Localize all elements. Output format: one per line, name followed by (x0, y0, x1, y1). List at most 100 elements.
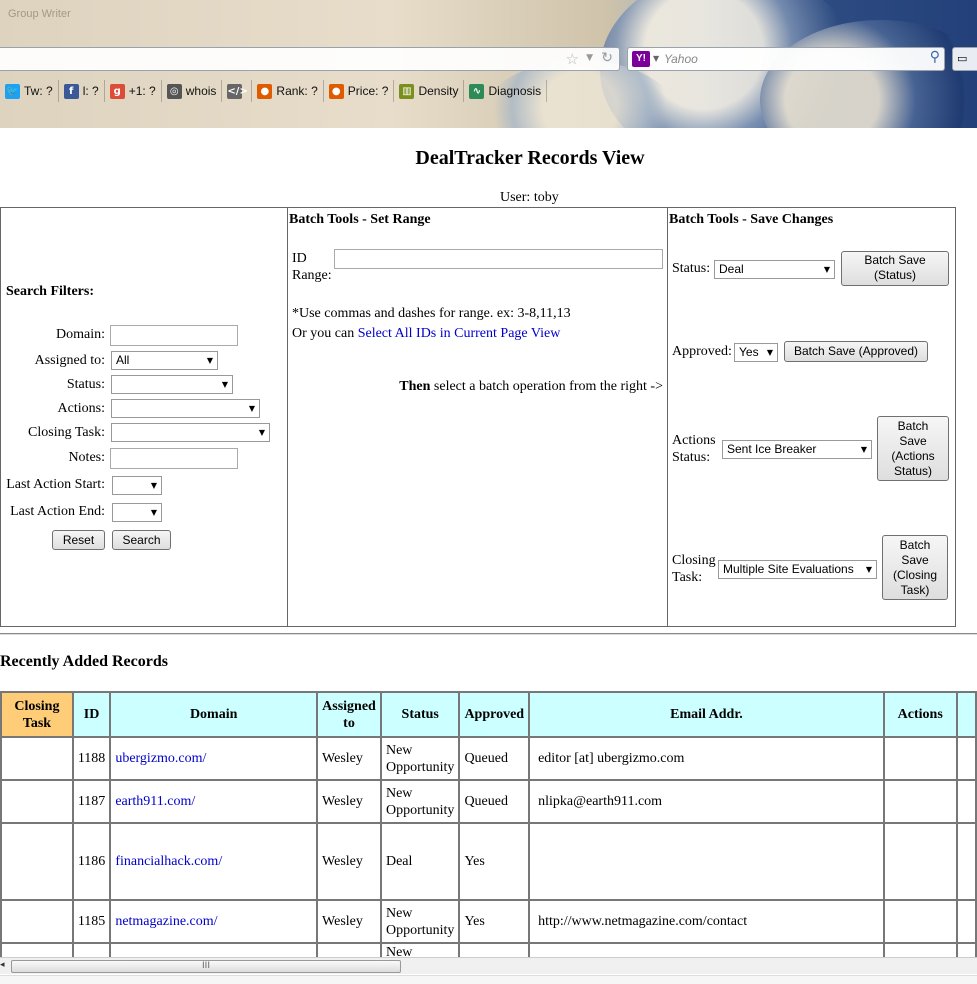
batch-save-actions-line1: Batch (897, 419, 929, 433)
batch-approved-select[interactable]: Yes ▼ (734, 343, 778, 362)
browser-chrome: Group Writer ☆ ▼ ↻ Y! ▼ Yahoo ⚲ ▭ 🐦 Tw: ?… (0, 0, 977, 128)
chevron-down-icon: ▼ (258, 428, 265, 437)
domain-link[interactable]: netmagazine.com/ (115, 914, 217, 929)
rank-icon: ● (257, 83, 273, 99)
toolbar-item[interactable]: g +1: ? (105, 80, 162, 102)
last-action-start-select[interactable]: ▼ (112, 476, 162, 495)
history-dropdown-icon[interactable]: ▼ (586, 53, 593, 63)
cell-id: 1188 (71, 736, 112, 781)
table-row[interactable]: 1188 ubergizmo.com/Wesley New Opportunity Q… (0, 736, 977, 781)
domain-link[interactable]: earth911.com/ (115, 794, 195, 809)
table-row[interactable]: 1185 netmagazine.com/Wesley New Opportunit… (0, 899, 977, 944)
select-all-ids-link[interactable]: Select All IDs in Current Page View (358, 326, 561, 341)
toolbar-item[interactable]: ● Price: ? (324, 80, 395, 102)
batch-closing-select[interactable]: Multiple Site Evaluations ▼ (718, 560, 877, 579)
cell-extra (955, 899, 977, 944)
chevron-down-icon: ▼ (221, 380, 228, 389)
toolbar-item-label: Rank: ? (276, 84, 318, 98)
column-header[interactable]: ID (71, 691, 112, 738)
search-icon[interactable]: ⚲ (930, 49, 940, 65)
batch-actions-label-line1: Actions (672, 433, 716, 448)
batch-range-heading: Batch Tools - Set Range (289, 212, 431, 227)
batch-actions-select[interactable]: Sent Ice Breaker ▼ (722, 440, 872, 459)
tools-table: Search Filters: Domain: Assigned to: All… (0, 207, 956, 627)
cell-domain: earth911.com/ (109, 779, 319, 824)
search-button[interactable]: Search (112, 530, 171, 550)
actions-select[interactable]: ▼ (111, 399, 260, 418)
select-all-line: Or you can Select All IDs in Current Pag… (292, 326, 560, 342)
closing-task-select[interactable]: ▼ (111, 423, 270, 442)
batch-range-panel: Batch Tools - Set Range ID Range: *Use c… (288, 208, 668, 626)
column-header[interactable]: Status (379, 691, 461, 738)
then-rest: select a batch operation from the right … (430, 379, 663, 394)
domain-link[interactable]: financialhack.com/ (115, 854, 222, 869)
toolbar-item[interactable]: f l: ? (59, 80, 105, 102)
column-header[interactable]: Email Addr. (528, 691, 885, 738)
menu-icon: ▭ (957, 52, 968, 65)
toolbar-item[interactable]: 🐦 Tw: ? (0, 80, 59, 102)
id-range-label-line1: ID (292, 251, 307, 266)
column-header[interactable]: Approved (458, 691, 531, 738)
toolbar-item[interactable]: ∿ Diagnosis (464, 80, 548, 102)
price-icon: ● (328, 83, 344, 99)
search-bar[interactable]: Y! ▼ Yahoo ⚲ (627, 47, 945, 71)
column-header[interactable]: Actions (882, 691, 958, 738)
notes-input[interactable] (110, 448, 238, 469)
search-placeholder: Yahoo (664, 52, 698, 66)
batch-save-actions-button[interactable]: Batch Save (Actions Status) (877, 416, 949, 481)
cell-id: 1185 (71, 899, 112, 944)
last-action-end-label: Last Action End: (10, 504, 105, 519)
domain-input[interactable] (110, 325, 238, 346)
cell-actions (882, 736, 958, 781)
column-header[interactable]: Closing Task (0, 691, 74, 738)
address-bar[interactable]: ☆ ▼ ↻ (0, 47, 620, 71)
domain-link[interactable]: ubergizmo.com/ (115, 751, 206, 766)
cell-actions (882, 899, 958, 944)
horizontal-scrollbar[interactable]: ◂ III (0, 957, 977, 974)
batch-save-status-button[interactable]: Batch Save (Status) (841, 251, 949, 286)
records-header-row: Closing Task ID Domain Assigned to Status App… (0, 691, 977, 738)
scroll-left-arrow-icon[interactable]: ◂ (0, 960, 5, 970)
cell-domain: ubergizmo.com/ (109, 736, 319, 781)
id-range-label: ID Range: (292, 250, 332, 284)
batch-actions-value: Sent Ice Breaker (727, 442, 817, 456)
toolbar-item-label: Price: ? (347, 84, 389, 98)
source-code-icon: </> (227, 83, 248, 99)
google-plus-icon: g (109, 83, 125, 99)
cell-approved: Yes (458, 899, 531, 944)
id-range-input[interactable] (334, 249, 663, 269)
bookmark-star-icon[interactable]: ☆ (566, 50, 579, 68)
scrollbar-thumb[interactable]: III (11, 960, 401, 973)
column-header[interactable]: Domain (109, 691, 319, 738)
last-action-end-select[interactable]: ▼ (112, 503, 162, 522)
last-action-start-label: Last Action Start: (6, 477, 105, 492)
menu-button[interactable]: ▭ (952, 47, 977, 71)
column-header[interactable]: Assigned to (316, 691, 382, 738)
cell-extra (955, 822, 977, 901)
toolbar-item[interactable]: ◎ whois (162, 80, 223, 102)
chevron-down-icon: ▼ (206, 356, 213, 365)
toolbar-item[interactable]: </> (222, 80, 253, 102)
batch-save-approved-button[interactable]: Batch Save (Approved) (784, 341, 928, 362)
toolbar-item[interactable]: ● Rank: ? (252, 80, 324, 102)
id-range-label-line2: Range: (292, 268, 332, 283)
cell-assigned: Wesley (316, 736, 382, 781)
toolbar-item-label: Tw: ? (24, 84, 53, 98)
cell-status: New Opportunity (379, 736, 461, 781)
cell-status: New Opportunity (379, 899, 461, 944)
chevron-down-icon: ▼ (150, 508, 157, 517)
table-row[interactable]: 1186 financialhack.com/Wesley Deal Yes (0, 822, 977, 901)
yahoo-engine-icon[interactable]: Y! (632, 51, 650, 67)
table-row[interactable]: 1187 earth911.com/Wesley New Opportunity Qu… (0, 779, 977, 824)
engine-dropdown-icon[interactable]: ▼ (653, 54, 659, 63)
batch-save-closing-button[interactable]: Batch Save (Closing Task) (882, 535, 948, 600)
batch-save-actions-line2: Save (899, 434, 927, 448)
reload-icon[interactable]: ↻ (601, 50, 613, 66)
status-select[interactable]: ▼ (111, 375, 233, 394)
toolbar-item[interactable]: ▥ Density (394, 80, 465, 102)
assigned-select[interactable]: All ▼ (111, 351, 218, 370)
batch-save-actions-line4: Status) (893, 464, 932, 478)
page-title: DealTracker Records View (415, 147, 645, 169)
reset-button[interactable]: Reset (52, 530, 105, 550)
batch-status-select[interactable]: Deal ▼ (714, 260, 835, 279)
